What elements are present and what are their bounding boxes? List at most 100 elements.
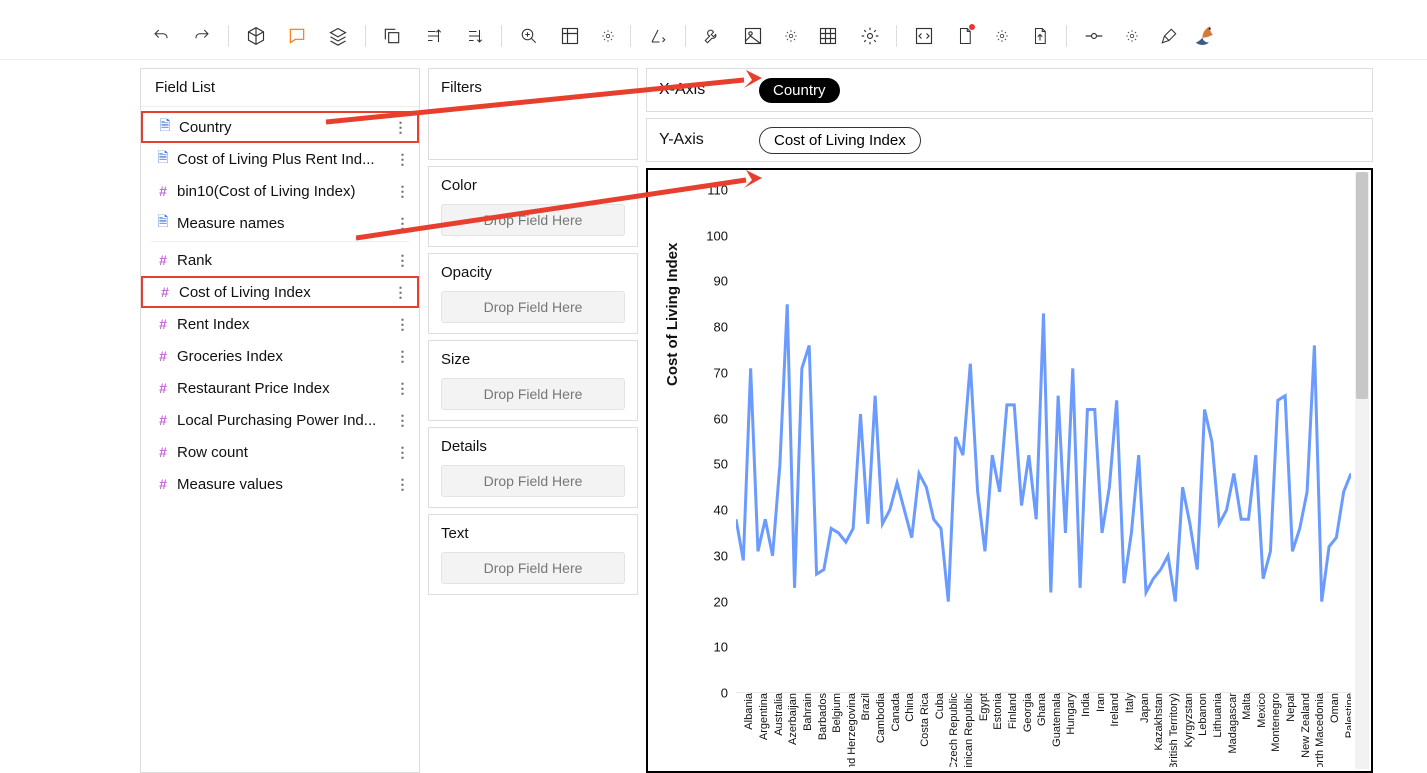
redo-button[interactable] <box>187 20 216 52</box>
copy-button[interactable] <box>378 20 407 52</box>
export-button[interactable] <box>1025 20 1054 52</box>
details-drop[interactable]: Drop Field Here <box>441 465 625 497</box>
field-menu-icon[interactable]: ⋮ <box>393 284 407 301</box>
field-cost-of-living-plus-rent-ind-[interactable]: 🗎Cost of Living Plus Rent Ind...⋮ <box>141 143 419 175</box>
number-field-icon: # <box>155 252 171 268</box>
filters-shelf[interactable]: Filters <box>428 68 638 160</box>
sort-asc-button[interactable] <box>419 20 448 52</box>
field-menu-icon[interactable]: ⋮ <box>395 412 409 429</box>
x-axis-pill[interactable]: Country <box>759 78 840 103</box>
x-tick: Albania <box>743 693 755 730</box>
size-shelf[interactable]: Size Drop Field Here <box>428 340 638 421</box>
x-tick: Canada <box>890 693 902 732</box>
x-tick: Estonia <box>992 693 1004 730</box>
bird-logo-icon <box>1190 20 1219 52</box>
text-field-icon: 🗎 <box>157 115 173 139</box>
field-rank[interactable]: #Rank⋮ <box>141 244 419 276</box>
x-tick: Kazakhstan <box>1153 693 1165 750</box>
doc-gear-button[interactable] <box>991 20 1013 52</box>
field-label: Cost of Living Index <box>179 284 393 301</box>
color-drop[interactable]: Drop Field Here <box>441 204 625 236</box>
table-button[interactable] <box>814 20 843 52</box>
field-measure-values[interactable]: #Measure values⋮ <box>141 468 419 500</box>
field-menu-icon[interactable]: ⋮ <box>395 348 409 365</box>
field-country[interactable]: 🗎Country⋮ <box>141 111 419 143</box>
field-menu-icon[interactable]: ⋮ <box>395 215 409 232</box>
undo-button[interactable] <box>146 20 175 52</box>
x-tick: Madagascar <box>1227 693 1239 754</box>
code-button[interactable] <box>909 20 938 52</box>
details-label: Details <box>441 438 625 455</box>
y-tick: 0 <box>721 686 728 701</box>
theme-button[interactable] <box>643 20 672 52</box>
y-axis-pill[interactable]: Cost of Living Index <box>759 127 921 154</box>
y-axis-label: Y-Axis <box>659 131 719 149</box>
y-tick: 100 <box>706 228 728 243</box>
color-shelf[interactable]: Color Drop Field Here <box>428 166 638 247</box>
field-measure-names[interactable]: 🗎Measure names⋮ <box>141 207 419 239</box>
x-tick: Bahrain <box>802 693 814 731</box>
brush-button[interactable] <box>1154 20 1183 52</box>
x-tick: Azerbaijan <box>787 693 799 745</box>
x-axis-shelf[interactable]: X-Axis Country <box>646 68 1373 112</box>
field-menu-icon[interactable]: ⋮ <box>395 316 409 333</box>
y-tick: 10 <box>714 640 728 655</box>
size-drop[interactable]: Drop Field Here <box>441 378 625 410</box>
opacity-shelf[interactable]: Opacity Drop Field Here <box>428 253 638 334</box>
y-tick: 50 <box>714 457 728 472</box>
field-row-count[interactable]: #Row count⋮ <box>141 436 419 468</box>
chat-button[interactable] <box>282 20 311 52</box>
text-drop[interactable]: Drop Field Here <box>441 552 625 584</box>
y-axis-shelf[interactable]: Y-Axis Cost of Living Index <box>646 118 1373 162</box>
field-label: Row count <box>177 444 395 461</box>
sort-desc-button[interactable] <box>460 20 489 52</box>
details-shelf[interactable]: Details Drop Field Here <box>428 427 638 508</box>
plot-area[interactable] <box>736 190 1351 693</box>
filters-label: Filters <box>441 79 625 96</box>
field-label: Groceries Index <box>177 348 395 365</box>
field-menu-icon[interactable]: ⋮ <box>395 151 409 168</box>
x-tick: Guatemala <box>1051 693 1063 747</box>
field-restaurant-price-index[interactable]: #Restaurant Price Index⋮ <box>141 372 419 404</box>
field-label: Measure values <box>177 476 395 493</box>
x-tick: Czech Republic <box>948 693 960 767</box>
y-tick: 70 <box>714 365 728 380</box>
field-menu-icon[interactable]: ⋮ <box>395 183 409 200</box>
x-tick: Hungary <box>1065 693 1077 735</box>
vertical-scrollbar[interactable] <box>1355 172 1369 769</box>
wrench-button[interactable] <box>697 20 726 52</box>
image-button[interactable] <box>739 20 768 52</box>
x-tick: Cuba <box>934 693 946 719</box>
opacity-drop[interactable]: Drop Field Here <box>441 291 625 323</box>
field-menu-icon[interactable]: ⋮ <box>393 119 407 136</box>
field-menu-icon[interactable]: ⋮ <box>395 252 409 269</box>
field-rent-index[interactable]: #Rent Index⋮ <box>141 308 419 340</box>
image-gear-button[interactable] <box>780 20 802 52</box>
field-local-purchasing-power-ind-[interactable]: #Local Purchasing Power Ind...⋮ <box>141 404 419 436</box>
resize-gear-button[interactable] <box>597 20 619 52</box>
x-tick: Egypt <box>978 693 990 721</box>
field-menu-icon[interactable]: ⋮ <box>395 380 409 397</box>
doc-button[interactable] <box>950 20 979 52</box>
cube-button[interactable] <box>241 20 270 52</box>
x-tick: Mexico <box>1256 693 1268 728</box>
x-tick: China <box>904 693 916 722</box>
shelves-panel: Filters Color Drop Field Here Opacity Dr… <box>428 68 638 773</box>
opacity-label: Opacity <box>441 264 625 281</box>
text-shelf[interactable]: Text Drop Field Here <box>428 514 638 595</box>
field-menu-icon[interactable]: ⋮ <box>395 476 409 493</box>
field-groceries-index[interactable]: #Groceries Index⋮ <box>141 340 419 372</box>
x-tick: Oman <box>1329 693 1341 723</box>
field-label: Local Purchasing Power Ind... <box>177 412 395 429</box>
commit-gear-button[interactable] <box>1121 20 1143 52</box>
commit-button[interactable] <box>1079 20 1108 52</box>
zoom-in-button[interactable] <box>514 20 543 52</box>
field-cost-of-living-index[interactable]: #Cost of Living Index⋮ <box>141 276 419 308</box>
field-bin10-cost-of-living-index-[interactable]: #bin10(Cost of Living Index)⋮ <box>141 175 419 207</box>
layers-button[interactable] <box>324 20 353 52</box>
x-tick: Montenegro <box>1270 693 1282 752</box>
field-menu-icon[interactable]: ⋮ <box>395 444 409 461</box>
gear-button[interactable] <box>855 20 884 52</box>
y-tick: 20 <box>714 594 728 609</box>
resize-button[interactable] <box>555 20 584 52</box>
